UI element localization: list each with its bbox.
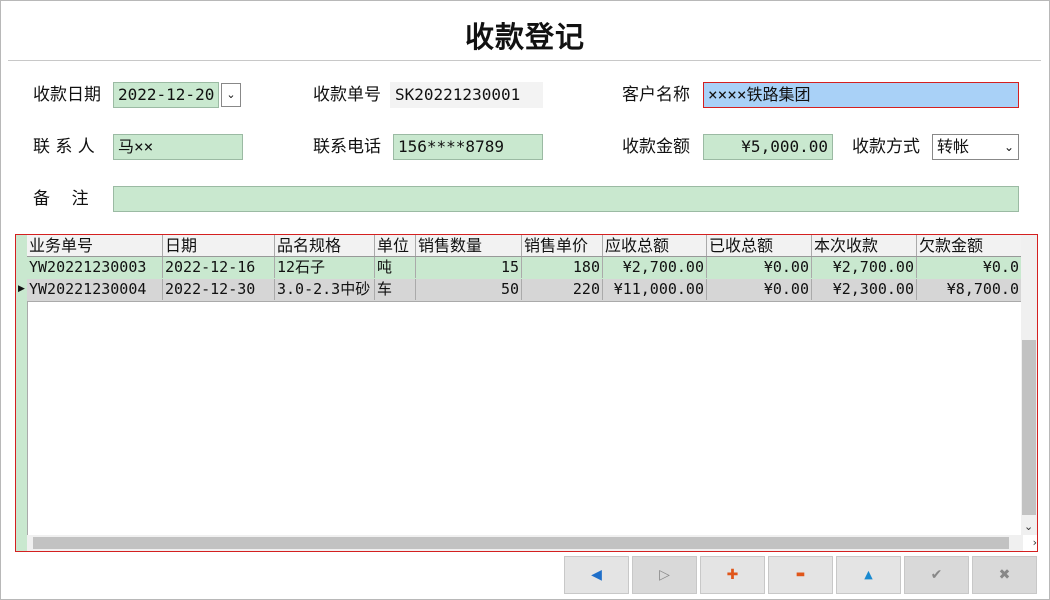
page-title: 收款登记: [464, 20, 585, 54]
date-label: 收款日期: [33, 85, 101, 105]
horizontal-scrollbar[interactable]: ›: [27, 535, 1037, 551]
cell-order-no[interactable]: YW20221230003: [27, 257, 163, 278]
plus-icon: ✚: [726, 567, 739, 583]
cell-receivable[interactable]: ¥2,700.00: [603, 257, 707, 278]
cell-arrears[interactable]: ¥8,700.0: [917, 279, 1022, 300]
col-header[interactable]: 日期: [163, 235, 275, 256]
cell-this-payment[interactable]: ¥2,700.00: [812, 257, 917, 278]
cell-receivable[interactable]: ¥11,000.00: [603, 279, 707, 300]
add-row-button[interactable]: ✚: [700, 556, 765, 594]
method-select[interactable]: 转帐 ⌄: [932, 134, 1019, 160]
col-header[interactable]: 已收总额: [707, 235, 812, 256]
cell-product[interactable]: 3.0-2.3中砂: [275, 279, 375, 300]
triangle-up-icon: ▲: [864, 568, 873, 581]
col-header[interactable]: 销售单价: [522, 235, 603, 256]
col-header[interactable]: 本次收款: [812, 235, 917, 256]
remark-label: 备 注: [33, 189, 89, 209]
amount-input[interactable]: ¥5,000.00: [703, 134, 833, 160]
prev-record-button[interactable]: ◀: [564, 556, 629, 594]
cell-quantity[interactable]: 15: [416, 257, 522, 278]
check-icon: ✔: [930, 567, 943, 583]
horizontal-scroll-thumb[interactable]: [33, 537, 1009, 549]
scroll-right-icon[interactable]: ›: [1033, 536, 1037, 549]
col-header[interactable]: 销售数量: [416, 235, 522, 256]
cell-price[interactable]: 180: [522, 257, 603, 278]
col-header[interactable]: 应收总额: [603, 235, 707, 256]
cell-price[interactable]: 220: [522, 279, 603, 300]
detail-grid[interactable]: 业务单号 日期 品名规格 单位 销售数量 销售单价 应收总额 已收总额 本次收款…: [15, 234, 1038, 552]
method-select-value: 转帐: [937, 137, 970, 156]
vertical-scroll-thumb[interactable]: [1022, 340, 1036, 515]
cell-arrears[interactable]: ¥0.0: [917, 257, 1022, 278]
col-header[interactable]: 单位: [375, 235, 416, 256]
cell-this-payment[interactable]: ¥2,300.00: [812, 279, 917, 300]
cell-date[interactable]: 2022-12-16: [163, 257, 275, 278]
vertical-scrollbar[interactable]: ⌄: [1021, 235, 1037, 535]
close-icon: ✖: [998, 567, 1011, 583]
table-row[interactable]: YW20221230004 2022-12-30 3.0-2.3中砂 车 50 …: [27, 279, 1022, 302]
move-up-button[interactable]: ▲: [836, 556, 901, 594]
amount-label: 收款金额: [622, 137, 690, 157]
minus-icon: ▬: [795, 569, 806, 580]
col-header[interactable]: 业务单号: [27, 235, 163, 256]
next-icon: ▷: [659, 567, 670, 583]
contact-label: 联 系 人: [33, 137, 95, 157]
scroll-down-icon[interactable]: ⌄: [1024, 520, 1033, 533]
cell-received[interactable]: ¥0.00: [707, 257, 812, 278]
cell-product[interactable]: 12石子: [275, 257, 375, 278]
chevron-down-icon: ⌄: [1003, 140, 1014, 154]
close-button[interactable]: ✖: [972, 556, 1037, 594]
grid-header: 业务单号 日期 品名规格 单位 销售数量 销售单价 应收总额 已收总额 本次收款…: [27, 235, 1022, 257]
next-record-button[interactable]: ▷: [632, 556, 697, 594]
title-divider: [8, 60, 1041, 61]
cell-received[interactable]: ¥0.00: [707, 279, 812, 300]
customer-input[interactable]: ××××铁路集团: [703, 82, 1019, 108]
col-header[interactable]: 欠款金额: [917, 235, 1022, 256]
contact-input[interactable]: 马××: [113, 134, 243, 160]
date-input[interactable]: 2022-12-20: [113, 82, 219, 108]
current-row-icon: ▶: [18, 284, 25, 294]
method-label: 收款方式: [852, 137, 920, 157]
confirm-button[interactable]: ✔: [904, 556, 969, 594]
receipt-no-label: 收款单号: [313, 85, 381, 105]
remark-input[interactable]: [113, 186, 1019, 212]
cell-unit[interactable]: 吨: [375, 257, 416, 278]
prev-icon: ◀: [591, 567, 602, 583]
phone-label: 联系电话: [313, 137, 381, 157]
cell-order-no[interactable]: YW20221230004: [27, 279, 163, 300]
phone-input[interactable]: 156****8789: [393, 134, 543, 160]
cell-quantity[interactable]: 50: [416, 279, 522, 300]
customer-label: 客户名称: [622, 85, 690, 105]
delete-row-button[interactable]: ▬: [768, 556, 833, 594]
table-row[interactable]: YW20221230003 2022-12-16 12石子 吨 15 180 ¥…: [27, 257, 1022, 280]
date-dropdown-icon[interactable]: ⌄: [221, 83, 241, 107]
receipt-no-field: SK20221230001: [390, 82, 543, 108]
col-header[interactable]: 品名规格: [275, 235, 375, 256]
cell-unit[interactable]: 车: [375, 279, 416, 300]
cell-date[interactable]: 2022-12-30: [163, 279, 275, 300]
